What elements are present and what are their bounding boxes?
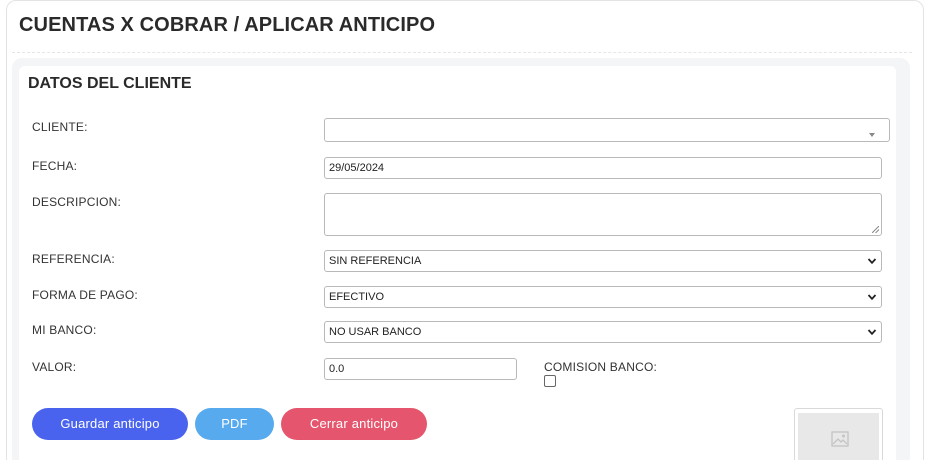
mi-banco-value: NO USAR BANCO [329, 326, 422, 338]
page-title: CUENTAS X COBRAR / APLICAR ANTICIPO [19, 14, 436, 36]
comision-banco-checkbox[interactable] [544, 375, 556, 387]
image-placeholder [798, 413, 879, 460]
chevron-down-icon [867, 329, 877, 336]
cliente-label: CLIENTE: [32, 120, 88, 134]
fecha-label: FECHA: [32, 159, 78, 173]
referencia-select[interactable]: SIN REFERENCIA [324, 250, 882, 272]
forma-pago-select[interactable]: EFECTIVO [324, 286, 882, 308]
guardar-anticipo-button[interactable]: Guardar anticipo [32, 408, 188, 440]
descripcion-textarea[interactable] [324, 193, 882, 236]
title-divider [12, 52, 912, 53]
image-icon [831, 431, 849, 447]
valor-label: VALOR: [32, 360, 77, 374]
comision-banco-label: COMISION BANCO: [544, 360, 658, 374]
mi-banco-label: MI BANCO: [32, 323, 97, 337]
fecha-input[interactable]: 29/05/2024 [324, 157, 882, 179]
descripcion-label: DESCRIPCION: [32, 195, 122, 209]
combo-arrow-icon [869, 133, 875, 137]
section-title: DATOS DEL CLIENTE [28, 75, 192, 92]
referencia-value: SIN REFERENCIA [329, 255, 422, 267]
chevron-down-icon [867, 294, 877, 301]
cliente-combobox[interactable] [324, 118, 890, 142]
referencia-label: REFERENCIA: [32, 252, 115, 266]
mi-banco-select[interactable]: NO USAR BANCO [324, 321, 882, 343]
cerrar-anticipo-button[interactable]: Cerrar anticipo [281, 408, 427, 440]
pdf-button[interactable]: PDF [195, 408, 274, 440]
valor-input[interactable]: 0.0 [324, 358, 517, 380]
resize-grip-icon[interactable] [872, 226, 879, 233]
forma-pago-value: EFECTIVO [329, 291, 385, 303]
forma-pago-label: FORMA DE PAGO: [32, 288, 138, 302]
image-preview[interactable] [794, 408, 883, 460]
chevron-down-icon [867, 258, 877, 265]
